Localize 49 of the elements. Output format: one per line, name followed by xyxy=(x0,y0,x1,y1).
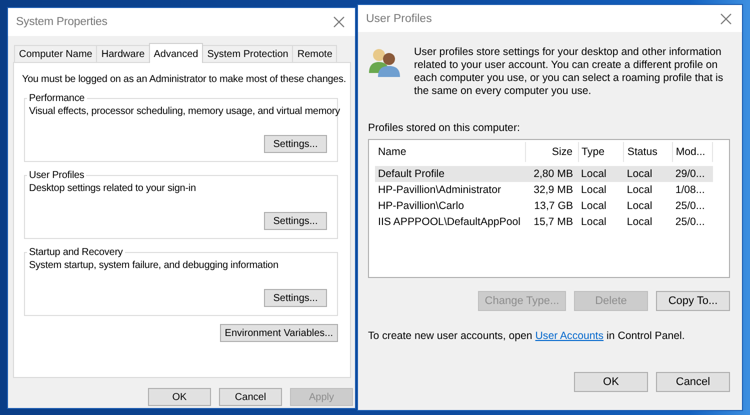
group-title: Startup and Recovery xyxy=(28,247,124,258)
table-cell[interactable]: 25/0... xyxy=(672,198,712,214)
window-title: System Properties xyxy=(16,16,108,28)
description-text: User profiles store settings for your desktop and other information related to your user account. You can create a different profile on each computer you use, or you can select a roaming profile that is the same on every computer you use. xyxy=(414,46,724,98)
table-cell[interactable]: 32,9 MB xyxy=(526,182,578,198)
dialog-button[interactable]: Cancel xyxy=(219,388,282,406)
dialog-button[interactable]: OK xyxy=(574,372,648,392)
window-title: User Profiles xyxy=(366,12,432,24)
table-cell[interactable]: 25/0... xyxy=(672,214,712,230)
close-icon[interactable] xyxy=(720,12,732,24)
action-button[interactable]: Copy To... xyxy=(656,291,730,311)
group-title: Performance xyxy=(28,93,86,104)
table-cell[interactable]: Local xyxy=(578,214,624,230)
list-label: Profiles stored on this computer: xyxy=(368,122,521,134)
table-cell[interactable]: HP-Pavillion\Carlo xyxy=(375,198,526,214)
settings-button[interactable]: Settings... xyxy=(264,289,327,307)
notice-text: You must be logged on as an Administrator to make most of these changes. xyxy=(22,73,346,87)
table-cell[interactable]: 2,80 MB xyxy=(526,164,578,182)
table-cell[interactable]: Local xyxy=(624,182,672,198)
table-cell[interactable]: Local xyxy=(578,164,624,182)
group-description: Desktop settings related to your sign-in xyxy=(29,183,196,194)
dialog-button[interactable]: OK xyxy=(148,388,211,406)
close-icon[interactable] xyxy=(333,16,345,28)
users-icon xyxy=(368,46,402,78)
table-cell[interactable]: Local xyxy=(624,198,672,214)
table-cell[interactable]: 13,7 GB xyxy=(526,198,578,214)
tab[interactable]: Advanced xyxy=(148,43,204,63)
dialog-button[interactable]: Cancel xyxy=(656,372,730,392)
user-accounts-link[interactable]: User Accounts xyxy=(535,330,604,342)
group-description: Visual effects, processor scheduling, memory usage, and virtual memory xyxy=(29,106,340,117)
table-cell[interactable]: 15,7 MB xyxy=(526,214,578,230)
tab[interactable]: Remote xyxy=(292,45,338,62)
table-cell[interactable]: Default Profile xyxy=(375,164,526,182)
table-cell[interactable]: 1/08... xyxy=(672,182,712,198)
table-cell[interactable]: Local xyxy=(624,214,672,230)
table-cell[interactable]: Local xyxy=(578,198,624,214)
table-cell[interactable]: HP-Pavillion\Administrator xyxy=(375,182,526,198)
group-title: User Profiles xyxy=(28,170,86,181)
settings-button[interactable]: Settings... xyxy=(264,212,327,230)
table-cell[interactable]: IIS APPPOOL\DefaultAppPool xyxy=(375,214,526,230)
footer-text: To create new user accounts, open User Accounts in Control Panel. xyxy=(368,330,686,342)
environment-variables-button[interactable]: Environment Variables... xyxy=(220,324,338,342)
table-cell[interactable]: Local xyxy=(624,164,672,182)
settings-button[interactable]: Settings... xyxy=(264,135,327,153)
tab[interactable]: Computer Name xyxy=(14,45,98,62)
table-cell[interactable]: 29/0... xyxy=(672,164,712,182)
group-description: System startup, system failure, and debugging information xyxy=(29,260,278,271)
table-cell[interactable]: Local xyxy=(578,182,624,198)
tab[interactable]: System Protection xyxy=(202,45,294,62)
